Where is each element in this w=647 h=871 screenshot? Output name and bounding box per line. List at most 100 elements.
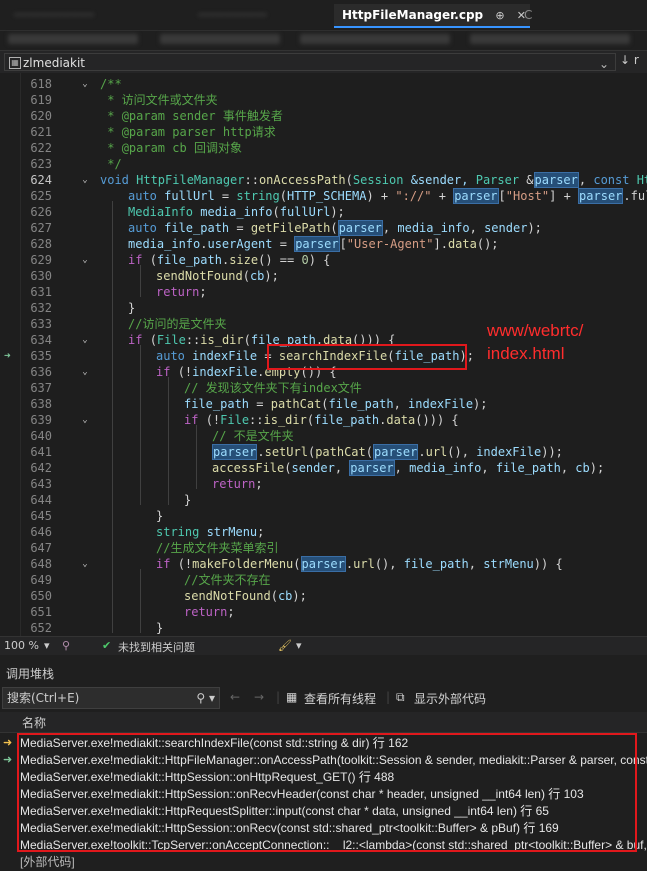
chevron-down-icon[interactable]: ▾ [44, 639, 50, 652]
code-token: file_path [184, 397, 250, 411]
code-line[interactable]: 618 ⌄ /** [0, 76, 647, 92]
code-line[interactable]: 643 return; [0, 476, 647, 492]
project-name: zlmediakit [23, 56, 85, 70]
search-icon[interactable]: ⚲ ▾ [196, 688, 215, 708]
code-line[interactable]: 620 * @param sender 事件触发者 [0, 108, 647, 124]
code-line[interactable]: 628 media_info.userAgent = parser["User-A… [0, 236, 647, 252]
code-token: Parser [475, 173, 527, 187]
zoom-level[interactable]: 100 % [4, 639, 39, 652]
code-token: //生成文件夹菜单索引 [156, 541, 279, 555]
code-token: (), [374, 557, 404, 571]
code-line[interactable]: 621 * @param parser http请求 [0, 124, 647, 140]
code-line[interactable]: 646 string strMenu; [0, 524, 647, 540]
code-line[interactable]: 641 parser.setUrl(pathCat(parser.url(), i… [0, 444, 647, 460]
code-line[interactable]: 632} [0, 300, 647, 316]
code-line[interactable]: 647 //生成文件夹菜单索引 [0, 540, 647, 556]
line-number: 644 [30, 493, 52, 507]
line-number: 649 [30, 573, 52, 587]
toolbar-divider: | [276, 690, 281, 704]
code-line[interactable]: 637 // 发现该文件夹下有index文件 [0, 380, 647, 396]
code-line[interactable]: 649 //文件夹不存在 [0, 572, 647, 588]
fold-toggle-icon[interactable]: ⌄ [80, 252, 90, 268]
line-number: 651 [30, 605, 52, 619]
code-text: sendNotFound(cb); [184, 588, 307, 604]
tab-blurred-2[interactable]: ·················· [190, 4, 326, 26]
code-token: (! [177, 365, 193, 379]
search-input[interactable]: 搜索(Ctrl+E) ⚲ ▾ [2, 687, 220, 709]
project-dropdown[interactable]: ▦ zlmediakit ⌄ [4, 53, 616, 71]
current-statement-arrow-icon: ➜ [4, 349, 11, 362]
code-token: (! [205, 413, 221, 427]
line-number: 652 [30, 621, 52, 635]
code-line[interactable]: 648 ⌄ if (!makeFolderMenu(parser.url(), fi… [0, 556, 647, 572]
fold-toggle-icon[interactable]: ⌄ [80, 412, 90, 428]
copilot-icon[interactable]: ⚲ [62, 639, 70, 652]
fold-toggle-icon[interactable]: ⌄ [80, 556, 90, 572]
tab-active-httpfilemanager[interactable]: HttpFileManager.cpp ⊕ ✕ [334, 4, 530, 28]
code-line[interactable]: 625 auto fullUrl = string(HTTP_SCHEMA) + … [0, 188, 647, 204]
code-token: auto [128, 221, 165, 235]
code-line[interactable]: 645} [0, 508, 647, 524]
fold-toggle-icon[interactable]: ⌄ [80, 76, 90, 92]
external-code-row[interactable]: [外部代码] [0, 854, 647, 871]
callstack-panel-title: 调用堆栈 [0, 655, 647, 683]
code-line[interactable]: 642 accessFile(sender, parser, media_info… [0, 460, 647, 476]
code-token: parser [349, 460, 395, 476]
code-line[interactable]: 639 ⌄ if (!File::is_dir(file_path.data()))… [0, 412, 647, 428]
blurred-strip-item [300, 34, 450, 44]
fold-toggle-icon[interactable]: ⌄ [80, 172, 90, 188]
code-token: ( [243, 333, 251, 347]
pin-icon[interactable]: ⊕ [495, 9, 504, 22]
forward-arrow-icon[interactable]: → [254, 690, 264, 704]
code-token: parser [373, 444, 419, 460]
blurred-strip-item [160, 34, 280, 44]
code-token: ())) { [415, 413, 459, 427]
code-line[interactable]: 629 ⌄ if (file_path.size() == 0) { [0, 252, 647, 268]
back-arrow-icon[interactable]: ← [230, 690, 240, 704]
code-line[interactable]: 619 * 访问文件或文件夹 [0, 92, 647, 108]
code-editor[interactable]: 618 ⌄/** 619 * 访问文件或文件夹 620 * @param sender… [0, 73, 647, 636]
code-token: cb [277, 589, 293, 603]
member-dropdown[interactable]: ↓ r [620, 53, 639, 67]
column-name-header[interactable]: 名称 [22, 714, 46, 731]
code-text: /** [100, 76, 122, 92]
chevron-down-icon[interactable]: ▾ [296, 639, 302, 652]
code-token: file_path [403, 557, 469, 571]
code-token: strMenu [483, 557, 534, 571]
code-text: MediaInfo media_info(fullUrl); [128, 204, 345, 220]
code-token: url [425, 445, 448, 459]
code-line[interactable]: 638 file_path = pathCat(file_path, indexF… [0, 396, 647, 412]
code-line[interactable]: 630 sendNotFound(cb); [0, 268, 647, 284]
code-line[interactable]: 644} [0, 492, 647, 508]
code-token: * [100, 109, 122, 123]
tab-next[interactable]: C [516, 4, 562, 26]
fold-toggle-icon[interactable]: ⌄ [80, 364, 90, 380]
code-token: data [447, 237, 477, 251]
code-token: parser [453, 188, 499, 204]
code-line[interactable]: 640 // 不是文件夹 [0, 428, 647, 444]
line-number: 636 [30, 365, 52, 379]
code-token: sendNotFound [184, 589, 271, 603]
issues-status[interactable]: 未找到相关问题 [118, 639, 195, 655]
code-line[interactable]: 651 return; [0, 604, 647, 620]
view-all-threads-button[interactable]: 查看所有线程 [304, 690, 376, 707]
code-line[interactable]: 631 return; [0, 284, 647, 300]
code-line[interactable]: 623 */ [0, 156, 647, 172]
code-token: , [468, 557, 484, 571]
brush-icon[interactable]: 🖌 [278, 639, 292, 652]
code-token: file_path [314, 413, 380, 427]
show-external-code-button[interactable]: 显示外部代码 [414, 690, 486, 707]
code-line[interactable]: 627 auto file_path = getFilePath(parser, … [0, 220, 647, 236]
code-line[interactable]: 622 * @param cb 回调对象 [0, 140, 647, 156]
code-line[interactable]: 624 ⌄ void HttpFileManager::onAccessPath(S… [0, 172, 647, 188]
code-line[interactable]: 650 sendNotFound(cb); [0, 588, 647, 604]
code-token: ); [589, 461, 605, 475]
annotation-text-line1: www/webrtc/ [487, 321, 584, 340]
code-text: * @param sender 事件触发者 [100, 108, 283, 124]
code-line[interactable]: 626 MediaInfo media_info(fullUrl); [0, 204, 647, 220]
code-token: parser [212, 444, 258, 460]
code-line[interactable]: 652} [0, 620, 647, 636]
fold-toggle-icon[interactable]: ⌄ [80, 332, 90, 348]
tab-blurred-1[interactable]: ····················· [6, 4, 172, 26]
code-token: * [100, 125, 122, 139]
